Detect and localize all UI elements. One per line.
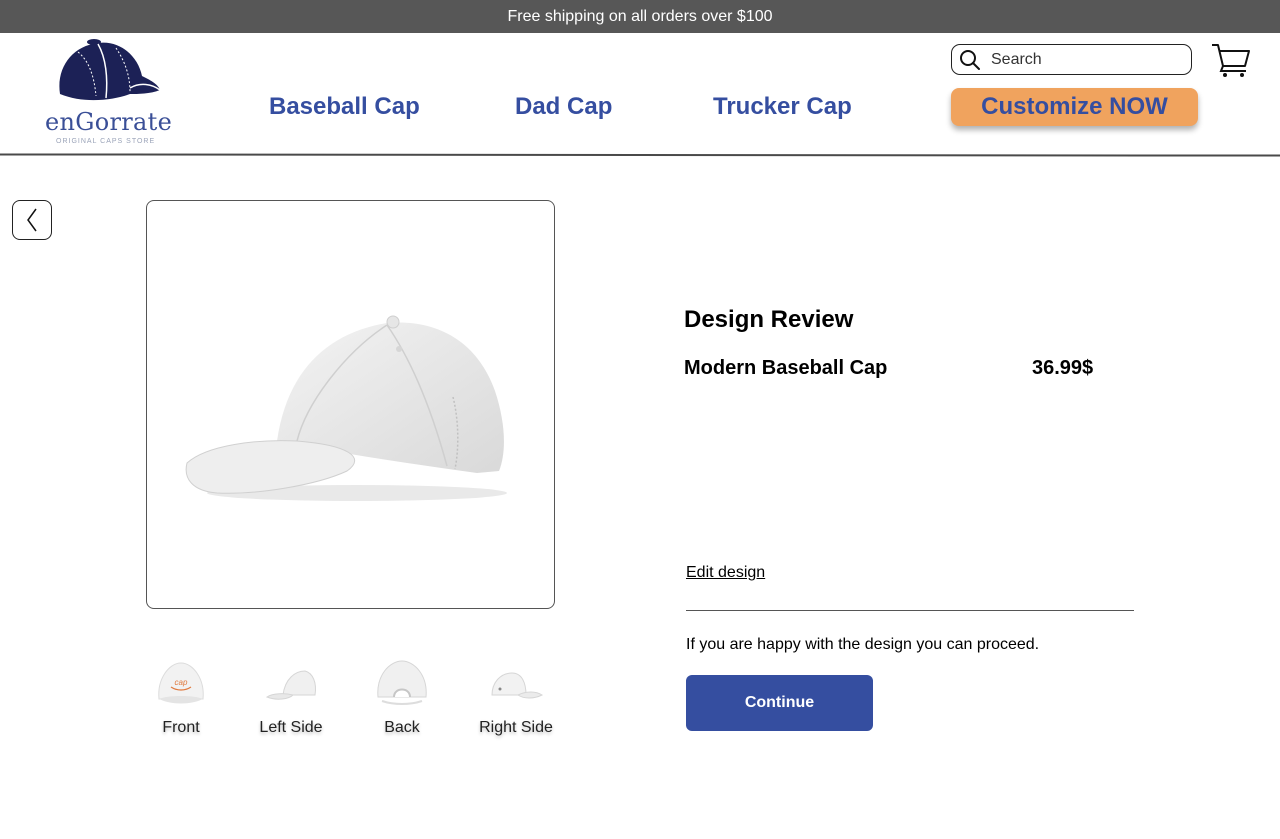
- customize-now-button[interactable]: Customize NOW: [951, 88, 1198, 126]
- search-icon: [959, 49, 981, 71]
- cap-logo-icon: [59, 39, 161, 101]
- brand-logo[interactable]: enGorrate ORIGINAL CAPS STORE: [40, 38, 180, 148]
- edit-design-link[interactable]: Edit design: [686, 564, 765, 582]
- product-name: Modern Baseball Cap: [684, 357, 888, 379]
- cap-front-thumbnail: cap: [158, 662, 204, 704]
- svg-text:cap: cap: [175, 678, 188, 687]
- thumbnail-back[interactable]: Back: [362, 655, 442, 737]
- nav-item-dad-cap[interactable]: Dad Cap: [515, 93, 612, 121]
- proceed-message: If you are happy with the design you can…: [686, 636, 1040, 653]
- brand-tagline: ORIGINAL CAPS STORE: [56, 138, 156, 145]
- brand-name: enGorrate: [45, 108, 173, 136]
- continue-button[interactable]: Continue: [686, 675, 873, 731]
- search-input[interactable]: [991, 50, 1181, 69]
- cap-back-thumbnail: [377, 660, 427, 705]
- thumbnail-label: Right Side: [479, 719, 553, 736]
- section-divider: [686, 610, 1134, 611]
- thumbnail-left-side[interactable]: Left Side: [251, 655, 331, 737]
- cap-right-side-thumbnail: [491, 672, 543, 699]
- chevron-left-icon: [27, 208, 37, 232]
- back-button[interactable]: [12, 200, 52, 240]
- cap-side-view-image: [185, 315, 507, 501]
- promo-banner: Free shipping on all orders over $100: [0, 0, 1280, 33]
- nav-item-trucker-cap[interactable]: Trucker Cap: [713, 93, 852, 121]
- product-price: 36.99$: [1032, 357, 1094, 379]
- thumbnail-label: Back: [384, 719, 420, 736]
- search-box[interactable]: [951, 44, 1192, 75]
- thumbnail-right-side[interactable]: Right Side: [476, 655, 556, 737]
- header-divider: [0, 153, 1280, 157]
- cap-left-side-thumbnail: [265, 670, 316, 700]
- thumbnail-front[interactable]: cap Front: [141, 655, 221, 737]
- shopping-cart-icon: [1212, 44, 1250, 77]
- promo-text: Free shipping on all orders over $100: [507, 7, 773, 25]
- product-main-image: [146, 200, 555, 609]
- design-review-title: Design Review: [684, 306, 854, 333]
- thumbnail-label: Left Side: [259, 719, 323, 736]
- nav-item-baseball-cap[interactable]: Baseball Cap: [269, 93, 420, 121]
- thumbnail-label: Front: [162, 719, 200, 736]
- shopping-cart-button[interactable]: [1210, 42, 1252, 78]
